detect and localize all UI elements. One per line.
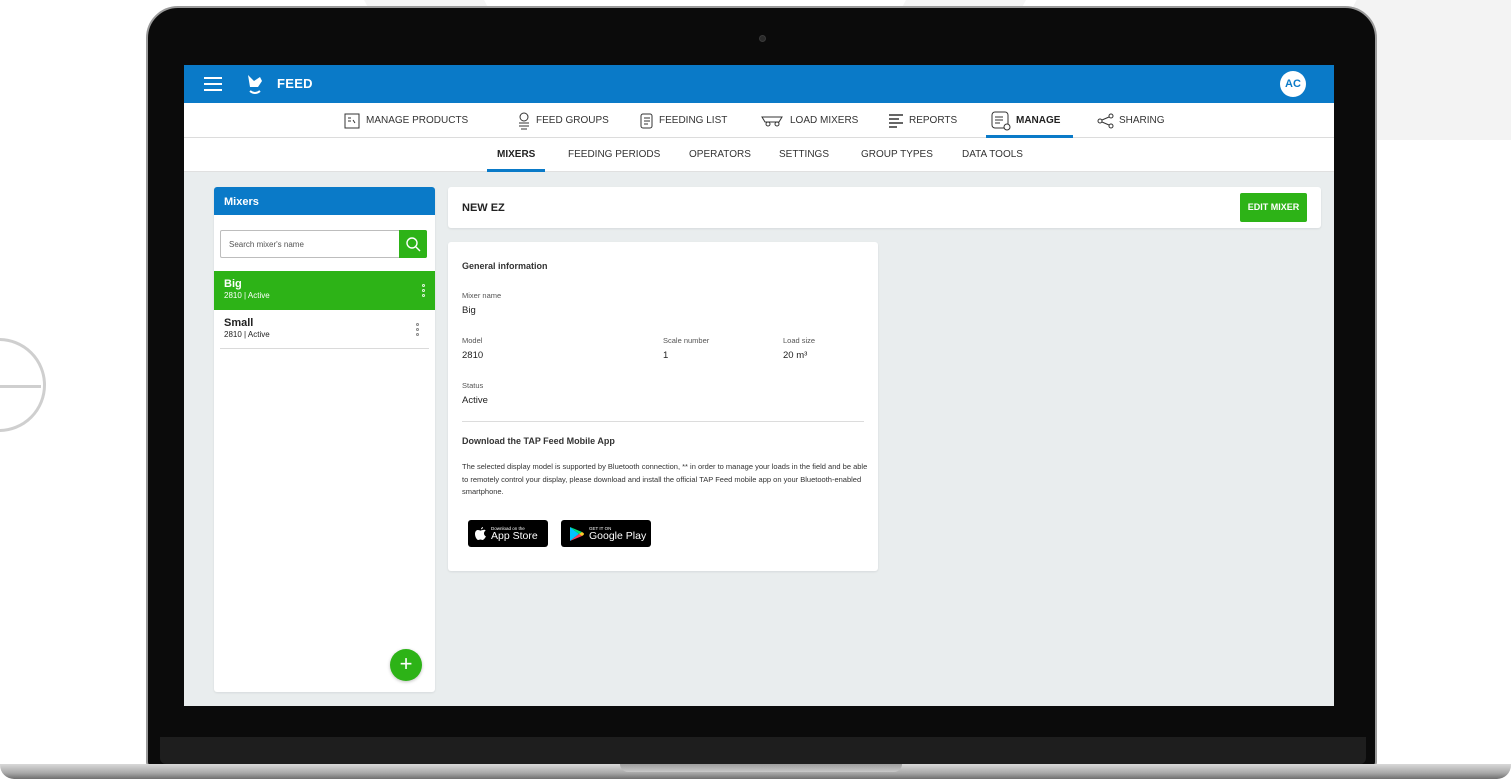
mixer-list-item[interactable]: Big 2810 | Active [214, 271, 435, 310]
nav-manage[interactable]: MANAGE [990, 103, 1060, 138]
model-value: 2810 [462, 350, 484, 361]
scale-number-value: 1 [663, 350, 669, 361]
share-icon [1097, 113, 1114, 128]
tab-mixers[interactable]: MIXERS [497, 138, 535, 172]
more-options-icon[interactable] [416, 323, 420, 336]
mixers-panel: Mixers Big 2810 | Active Small 2810 | Ac… [214, 187, 435, 692]
google-play-icon [570, 526, 584, 541]
manage-gear-icon [991, 111, 1011, 130]
mixer-detail-card: General information Mixer name Big Model… [448, 242, 878, 571]
nav-label: LOAD MIXERS [790, 115, 859, 126]
nav-label: SHARING [1119, 115, 1165, 126]
nav-label: MANAGE PRODUCTS [366, 115, 469, 126]
tab-data-tools[interactable]: DATA TOOLS [962, 138, 1023, 172]
hamburger-menu-icon[interactable] [204, 77, 222, 91]
mixer-name-value: Big [462, 305, 476, 316]
app-bar: FEED AC [184, 65, 1334, 103]
download-heading: Download the TAP Feed Mobile App [462, 436, 615, 446]
decorative-circle-icon [0, 338, 46, 432]
mixer-name: Small [224, 317, 254, 329]
nav-sharing[interactable]: SHARING [1097, 103, 1165, 138]
section-heading: General information [462, 261, 548, 271]
nav-manage-products[interactable]: MANAGE PRODUCTS [342, 103, 468, 138]
nav-label: FEEDING LIST [659, 115, 728, 126]
edit-mixer-button[interactable]: EDIT MIXER [1240, 193, 1307, 222]
main-nav: MANAGE PRODUCTS FEED GROUPS FEEDING LIST… [184, 103, 1334, 138]
nav-feed-groups[interactable]: FEED GROUPS [516, 103, 609, 138]
divider [462, 421, 864, 422]
more-options-icon[interactable] [422, 284, 426, 297]
tab-group-types[interactable]: GROUP TYPES [861, 138, 933, 172]
feed-logo-icon [248, 75, 262, 94]
mixer-meta: 2810 | Active [224, 291, 270, 300]
app-title: FEED [277, 76, 313, 91]
page-title: NEW EZ [462, 202, 505, 214]
search-box [220, 230, 427, 258]
page: FEED AC MANAGE PRODUCTS FEED GROUPS FEED… [0, 0, 1511, 779]
mixer-name: Big [224, 278, 242, 290]
tab-operators[interactable]: OPERATORS [689, 138, 751, 172]
laptop-notch [620, 764, 902, 772]
google-play-badge[interactable]: GET IT ON Google Play [561, 520, 651, 547]
mixer-list-item[interactable]: Small 2810 | Active [220, 310, 429, 349]
panel-title: Mixers [214, 187, 435, 215]
google-play-big: Google Play [589, 529, 647, 542]
mixer-name-label: Mixer name [462, 291, 502, 300]
tab-active-indicator [487, 169, 545, 172]
search-input[interactable] [221, 231, 399, 257]
download-description: The selected display model is supported … [462, 462, 868, 496]
cow-group-icon [519, 112, 529, 129]
list-pencil-icon [640, 113, 653, 128]
nav-label: MANAGE [1016, 115, 1061, 126]
report-icon [889, 113, 903, 128]
load-size-label: Load size [783, 336, 816, 345]
camera-icon [759, 35, 766, 42]
status-label: Status [462, 381, 484, 390]
detail-header: NEW EZ EDIT MIXER [448, 187, 1321, 228]
laptop-chin [160, 737, 1366, 764]
sub-nav: MIXERS FEEDING PERIODS OPERATORS SETTING… [184, 138, 1334, 172]
nav-label: FEED GROUPS [536, 115, 609, 126]
app-screen: FEED AC MANAGE PRODUCTS FEED GROUPS FEED… [184, 65, 1334, 706]
app-store-big: App Store [491, 529, 538, 542]
add-mixer-button[interactable]: + [390, 649, 422, 681]
nav-reports[interactable]: REPORTS [887, 103, 957, 138]
status-value: Active [462, 395, 488, 406]
load-size-value: 20 m³ [783, 350, 808, 361]
scale-number-label: Scale number [663, 336, 710, 345]
product-book-icon [344, 113, 360, 128]
nav-load-mixers[interactable]: LOAD MIXERS [760, 103, 858, 138]
app-store-badge[interactable]: Download on the App Store [468, 520, 548, 547]
mixer-wagon-icon [761, 116, 783, 126]
tab-settings[interactable]: SETTINGS [779, 138, 829, 172]
model-label: Model [462, 336, 483, 345]
search-icon [406, 237, 421, 252]
nav-label: REPORTS [909, 115, 958, 126]
nav-feeding-list[interactable]: FEEDING LIST [639, 103, 727, 138]
search-button[interactable] [399, 230, 427, 258]
user-avatar[interactable]: AC [1280, 71, 1306, 97]
tab-feeding-periods[interactable]: FEEDING PERIODS [568, 138, 660, 172]
apple-icon [475, 526, 486, 540]
mixer-meta: 2810 | Active [224, 330, 270, 339]
